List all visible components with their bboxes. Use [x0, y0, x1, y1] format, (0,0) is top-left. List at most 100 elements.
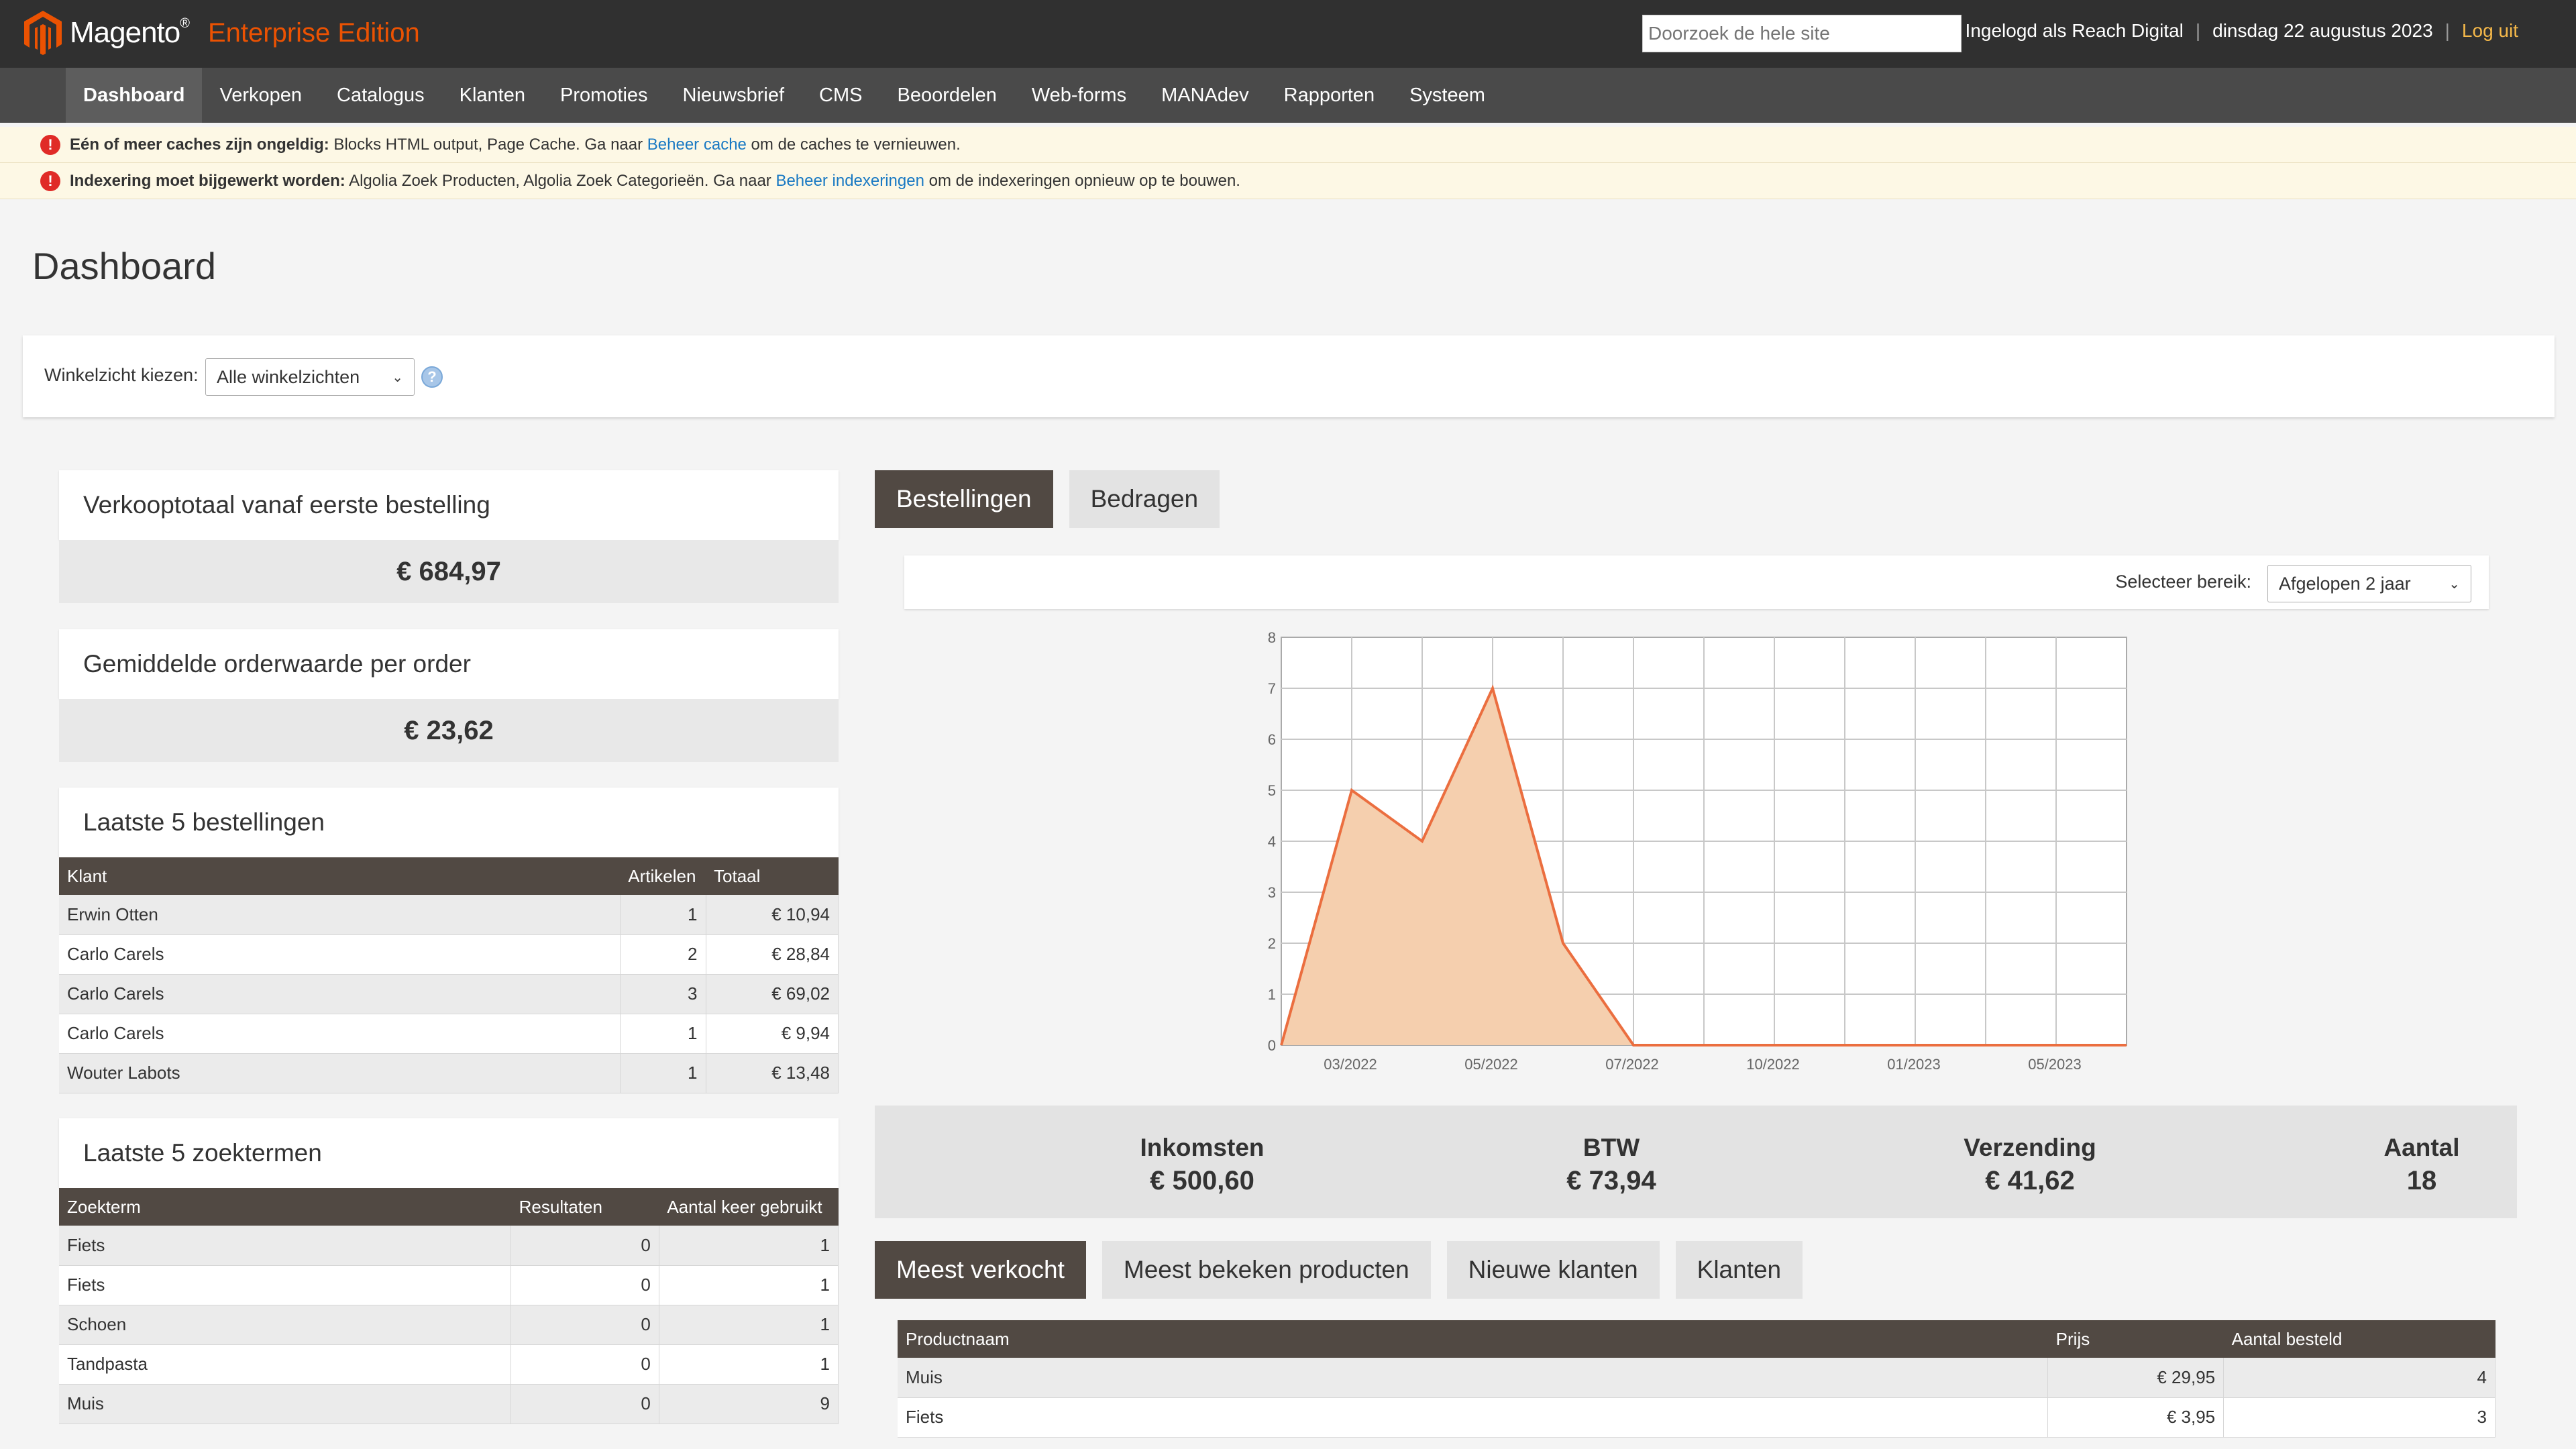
current-date: dinsdag 22 augustus 2023	[2212, 20, 2433, 41]
product-price: € 29,95	[2047, 1358, 2224, 1398]
table-row[interactable]: Fiets 0 1	[59, 1265, 839, 1305]
store-view-select[interactable]: Alle winkelzichten ⌄	[205, 358, 415, 396]
order-total: € 28,84	[706, 934, 839, 975]
search-uses: 1	[659, 1226, 839, 1266]
nav-cms[interactable]: CMS	[802, 68, 879, 123]
tab-new-customers[interactable]: Nieuwe klanten	[1446, 1241, 1660, 1299]
nav-promoties[interactable]: Promoties	[543, 68, 665, 123]
table-row[interactable]: Erwin Otten 1 € 10,94	[59, 895, 839, 935]
nav-beoordelen[interactable]: Beoordelen	[879, 68, 1014, 123]
x-tick-label: 07/2022	[1605, 1056, 1659, 1072]
range-selected: Afgelopen 2 jaar	[2279, 573, 2411, 594]
logo-name: Magento®	[70, 16, 190, 49]
chevron-down-icon: ⌄	[2449, 576, 2460, 592]
separator: |	[2195, 20, 2201, 41]
total-quantity: Aantal 18	[2288, 1134, 2556, 1196]
table-row[interactable]: Muis € 29,95 4	[898, 1358, 2496, 1398]
search-results: 0	[511, 1226, 659, 1266]
store-switcher: Winkelzicht kiezen: Alle winkelzichten ⌄	[23, 335, 2555, 417]
column-header[interactable]: Klant	[59, 857, 621, 895]
table-row[interactable]: Tandpasta 0 1	[59, 1344, 839, 1385]
global-search-input[interactable]	[1642, 15, 1962, 52]
logout-link[interactable]: Log uit	[2462, 20, 2518, 42]
nav-nieuwsbrief[interactable]: Nieuwsbrief	[665, 68, 802, 123]
nav-klanten[interactable]: Klanten	[442, 68, 543, 123]
table-row[interactable]: Fiets € 3,95 3	[898, 1397, 2496, 1438]
search-results: 0	[511, 1384, 659, 1424]
item-count: 1	[620, 1014, 706, 1054]
nav-verkopen[interactable]: Verkopen	[202, 68, 319, 123]
table-row[interactable]: Wouter Labots 1 € 13,48	[59, 1053, 839, 1093]
column-header[interactable]: Resultaten	[511, 1188, 659, 1226]
x-tick-label: 03/2022	[1324, 1056, 1377, 1072]
magento-logo[interactable]: Magento® Enterprise Edition	[23, 9, 420, 56]
search-uses: 1	[659, 1344, 839, 1385]
column-header[interactable]: Aantal besteld	[2223, 1320, 2496, 1358]
tab-amounts[interactable]: Bedragen	[1069, 470, 1220, 528]
lifetime-sales-value: € 684,97	[59, 540, 839, 603]
table-row[interactable]: Carlo Carels 1 € 9,94	[59, 1014, 839, 1054]
average-order-title: Gemiddelde orderwaarde per order	[59, 629, 839, 699]
tab-orders[interactable]: Bestellingen	[875, 470, 1053, 528]
table-row[interactable]: Fiets 0 1	[59, 1226, 839, 1266]
range-label: Selecteer bereik:	[2115, 572, 2251, 592]
table-row[interactable]: Carlo Carels 2 € 28,84	[59, 934, 839, 975]
column-header[interactable]: Prijs	[2047, 1320, 2224, 1358]
search-term: Fiets	[59, 1265, 512, 1305]
help-icon[interactable]: ?	[421, 366, 443, 388]
total-label: Verzending	[1964, 1134, 2096, 1161]
page-title: Dashboard	[32, 245, 216, 287]
nav-rapporten[interactable]: Rapporten	[1267, 68, 1392, 123]
store-switcher-label: Winkelzicht kiezen:	[44, 365, 199, 385]
nav-manadev[interactable]: MANAdev	[1144, 68, 1267, 123]
column-header[interactable]: Artikelen	[620, 857, 706, 895]
search-results: 0	[511, 1344, 659, 1385]
y-tick-label: 7	[1268, 680, 1276, 697]
search-uses: 1	[659, 1265, 839, 1305]
total-value: € 41,62	[1985, 1166, 2075, 1195]
average-order-value: € 23,62	[59, 699, 839, 762]
table-row[interactable]: Muis 0 9	[59, 1384, 839, 1424]
search-results: 0	[511, 1265, 659, 1305]
product-price: € 3,95	[2047, 1397, 2224, 1438]
item-count: 3	[620, 974, 706, 1014]
nav-catalogus[interactable]: Catalogus	[319, 68, 442, 123]
x-tick-label: 05/2022	[1464, 1056, 1518, 1072]
main-nav: Dashboard Verkopen Catalogus Klanten Pro…	[0, 68, 2576, 123]
tab-bestsellers[interactable]: Meest verkocht	[875, 1241, 1086, 1299]
y-tick-label: 5	[1268, 782, 1276, 799]
nav-systeem[interactable]: Systeem	[1392, 68, 1503, 123]
lifetime-sales-widget: Verkooptotaal vanaf eerste bestelling € …	[59, 470, 839, 603]
nav-dashboard[interactable]: Dashboard	[66, 68, 203, 123]
column-header[interactable]: Totaal	[706, 857, 839, 895]
last-searches-widget: Laatste 5 zoektermen Zoekterm Resultaten…	[59, 1118, 839, 1424]
tab-customers[interactable]: Klanten	[1675, 1241, 1803, 1299]
customer-name: Carlo Carels	[59, 1014, 621, 1054]
y-tick-label: 2	[1268, 935, 1276, 952]
grid-tabs: Meest verkocht Meest bekeken producten N…	[875, 1241, 1803, 1299]
bestsellers-widget: Productnaam Prijs Aantal besteld Muis € 2…	[898, 1320, 2496, 1438]
column-header[interactable]: Aantal keer gebruikt	[659, 1188, 839, 1226]
search-results: 0	[511, 1305, 659, 1345]
nav-web-forms[interactable]: Web-forms	[1014, 68, 1144, 123]
chevron-down-icon: ⌄	[392, 370, 403, 385]
item-count: 1	[620, 1053, 706, 1093]
total-tax: BTW € 73,94	[1477, 1134, 1746, 1196]
tab-most-viewed[interactable]: Meest bekeken producten	[1102, 1241, 1431, 1299]
message-text: Algolia Zoek Producten, Algolia Zoek Cat…	[345, 171, 776, 190]
x-tick-label: 01/2023	[1887, 1056, 1941, 1072]
table-row[interactable]: Schoen 0 1	[59, 1305, 839, 1345]
message-text: om de caches te vernieuwen.	[746, 135, 961, 154]
average-order-widget: Gemiddelde orderwaarde per order € 23,62	[59, 629, 839, 762]
range-select[interactable]: Afgelopen 2 jaar ⌄	[2267, 565, 2471, 602]
column-header[interactable]: Zoekterm	[59, 1188, 511, 1226]
manage-cache-link[interactable]: Beheer cache	[647, 136, 747, 154]
total-label: BTW	[1582, 1134, 1640, 1161]
manage-index-link[interactable]: Beheer indexeringen	[775, 172, 924, 191]
table-row[interactable]: Carlo Carels 3 € 69,02	[59, 974, 839, 1014]
logo-edition: Enterprise Edition	[207, 17, 420, 48]
chart-tabs: Bestellingen Bedragen	[875, 470, 1220, 528]
column-header[interactable]: Productnaam	[898, 1320, 2048, 1358]
product-name: Muis	[898, 1358, 2049, 1398]
last-orders-widget: Laatste 5 bestellingen Klant Artikelen T…	[59, 788, 839, 1093]
